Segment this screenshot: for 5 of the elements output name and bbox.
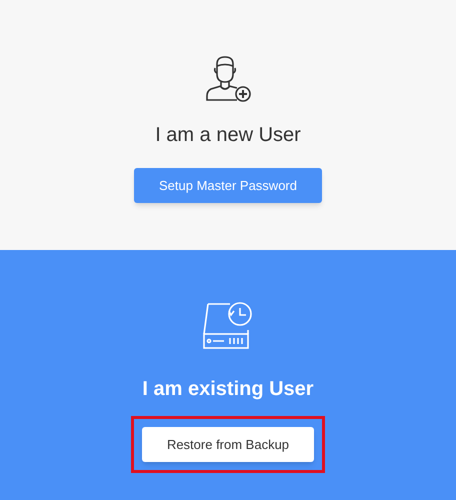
drive-clock-icon	[202, 300, 254, 352]
restore-from-backup-button[interactable]: Restore from Backup	[142, 427, 314, 462]
user-add-icon	[203, 54, 253, 102]
existing-user-title: I am existing User	[142, 377, 314, 402]
new-user-title: I am a new User	[155, 123, 301, 148]
